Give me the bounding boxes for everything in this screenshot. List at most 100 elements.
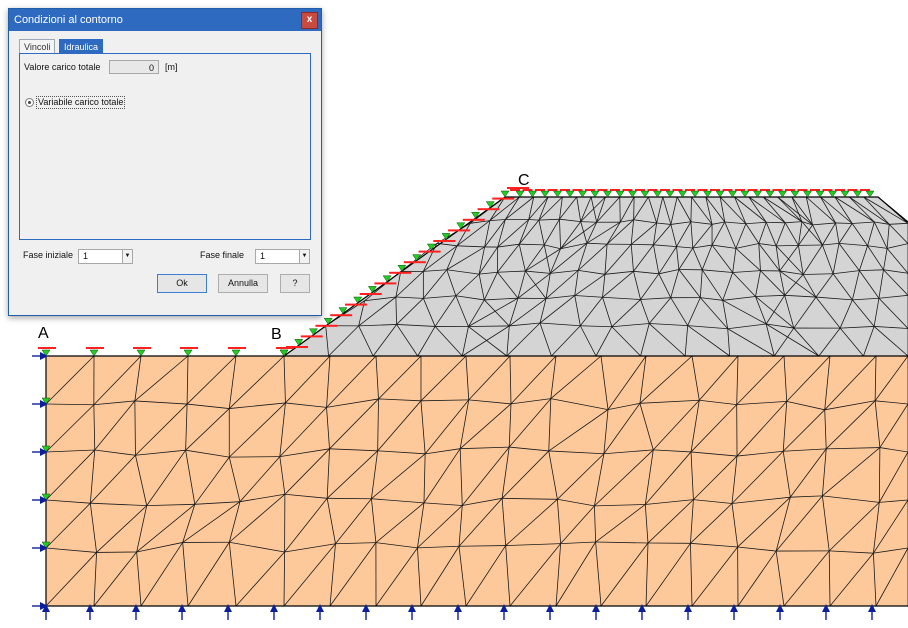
annotation-mark xyxy=(462,218,485,221)
triangle-icon xyxy=(603,190,612,198)
triangle-icon xyxy=(578,190,587,198)
triangle-icon xyxy=(840,190,850,198)
variabile-carico-radio[interactable] xyxy=(25,98,34,107)
annotation-mark xyxy=(180,347,198,349)
triangle-icon xyxy=(703,190,712,198)
tab-idraulica[interactable]: Idraulica xyxy=(59,39,104,54)
triangle-icon xyxy=(690,190,700,198)
annotation-mark xyxy=(747,189,758,191)
annotation-mark xyxy=(735,189,745,191)
triangle-icon xyxy=(815,190,825,198)
triangle-icon xyxy=(628,190,637,198)
point-a-label: A xyxy=(38,325,49,342)
annotation-mark xyxy=(647,189,658,191)
annotation-mark xyxy=(722,189,733,191)
triangle-icon xyxy=(89,349,99,357)
triangle-icon xyxy=(740,190,750,198)
annotation-mark xyxy=(38,347,56,349)
fase-finale-label: Fase finale xyxy=(200,250,245,260)
annotation-mark xyxy=(660,189,670,191)
annotation-mark xyxy=(133,347,151,349)
annotation-mark xyxy=(822,189,833,191)
annotation-mark xyxy=(418,250,441,253)
annotation-mark xyxy=(492,197,515,200)
valore-carico-input[interactable]: 0 xyxy=(109,60,159,74)
triangle-icon xyxy=(183,349,193,357)
annotation-mark xyxy=(315,324,338,327)
fase-iniziale-label: Fase iniziale xyxy=(23,250,74,260)
triangle-icon xyxy=(678,190,687,198)
triangle-icon xyxy=(715,190,725,198)
annotation-mark xyxy=(585,189,595,191)
annotation-mark xyxy=(672,189,683,191)
annotation-mark xyxy=(797,189,808,191)
annotation-mark xyxy=(535,189,545,191)
valore-carico-label: Valore carico totale xyxy=(24,62,101,72)
variabile-carico-label[interactable]: Variabile carico totale xyxy=(36,96,126,109)
annotation-mark xyxy=(560,189,570,191)
triangle-icon xyxy=(136,349,146,357)
triangle-icon xyxy=(853,190,862,198)
annotation-mark xyxy=(860,189,870,191)
ok-button[interactable]: Ok xyxy=(157,274,207,293)
dialog-titlebar[interactable]: Condizioni al contorno x xyxy=(9,9,321,31)
mesh-edge xyxy=(229,456,280,458)
annotation-mark xyxy=(300,335,323,338)
point-b-label: B xyxy=(271,326,282,343)
annotation-mark xyxy=(622,189,633,191)
valore-carico-unit: [m] xyxy=(165,62,178,72)
annotation-mark xyxy=(374,282,397,285)
annotation-mark xyxy=(433,240,456,242)
annotation-mark xyxy=(330,314,353,317)
annotation-mark xyxy=(810,189,820,191)
annotation-mark xyxy=(785,189,795,191)
annotation-mark xyxy=(760,189,770,191)
chevron-down-icon[interactable]: ▼ xyxy=(299,250,309,263)
triangle-icon xyxy=(653,190,662,198)
triangle-icon xyxy=(753,190,762,198)
triangle-icon xyxy=(528,190,537,198)
annulla-button[interactable]: Annulla xyxy=(218,274,268,293)
annotation-mark xyxy=(344,303,367,306)
annotation-mark xyxy=(835,189,845,191)
mesh-edge xyxy=(468,325,510,327)
triangle-icon xyxy=(500,190,510,198)
annotation-mark xyxy=(228,347,246,349)
triangle-icon xyxy=(778,190,787,198)
mesh-edge xyxy=(766,221,786,224)
chevron-down-icon[interactable]: ▼ xyxy=(122,250,132,263)
triangle-icon xyxy=(790,190,800,198)
annotation-mark xyxy=(547,189,558,191)
close-icon[interactable]: x xyxy=(301,12,318,29)
fase-finale-select[interactable]: 1 ▼ xyxy=(255,249,310,264)
annotation-mark xyxy=(86,347,104,349)
triangle-icon xyxy=(515,190,525,198)
annotation-mark xyxy=(710,189,720,191)
fase-iniziale-value: 1 xyxy=(83,251,89,261)
triangle-icon xyxy=(728,190,737,198)
fase-iniziale-select[interactable]: 1 ▼ xyxy=(78,249,133,264)
annotation-mark xyxy=(286,346,308,348)
annotation-mark xyxy=(610,189,620,191)
triangle-icon xyxy=(640,190,650,198)
boundary-conditions-dialog: Condizioni al contorno x Vincoli Idrauli… xyxy=(8,8,322,316)
triangle-icon xyxy=(540,190,550,198)
annotation-mark xyxy=(448,229,471,232)
annotation-mark xyxy=(597,189,608,191)
annotation-mark xyxy=(847,189,858,191)
annotation-mark xyxy=(359,293,382,295)
triangle-icon xyxy=(765,190,775,198)
dialog-title: Condizioni al contorno xyxy=(14,14,123,26)
tab-vincoli[interactable]: Vincoli xyxy=(19,39,56,54)
annotation-mark xyxy=(685,189,695,191)
annotation-mark xyxy=(572,189,583,191)
triangle-icon xyxy=(553,190,562,198)
triangle-icon xyxy=(865,190,875,198)
triangle-icon xyxy=(828,190,837,198)
annotation-mark xyxy=(389,271,412,274)
point-c-label: C xyxy=(518,172,530,189)
help-button[interactable]: ? xyxy=(280,274,310,293)
annotation-mark xyxy=(403,261,426,264)
triangle-icon xyxy=(615,190,625,198)
annotation-mark xyxy=(635,189,645,191)
